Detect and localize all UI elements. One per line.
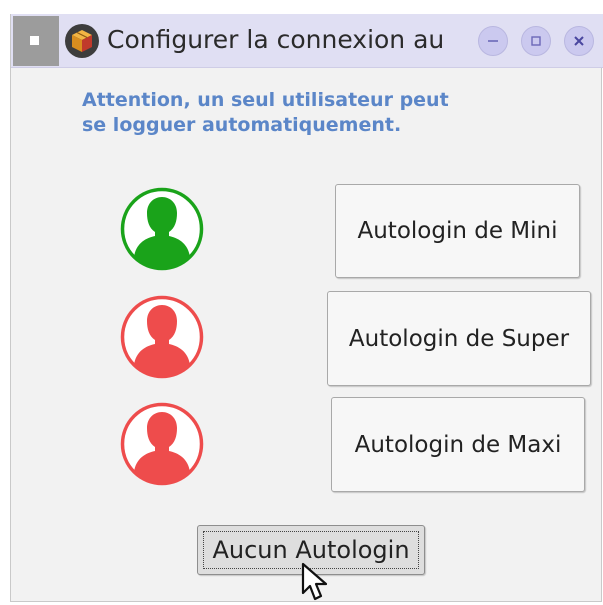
title-bar[interactable]: Configurer la connexion au — [11, 14, 603, 68]
minimize-button[interactable] — [478, 26, 508, 56]
autologin-super-label: Autologin de Super — [348, 325, 570, 352]
autologin-maxi-button[interactable]: Autologin de Maxi — [331, 397, 585, 492]
window-title: Configurer la connexion au — [107, 25, 445, 54]
autologin-mini-button[interactable]: Autologin de Mini — [335, 184, 580, 278]
package-box-icon — [65, 24, 99, 58]
autologin-super-button[interactable]: Autologin de Super — [327, 291, 591, 386]
warning-line-1: Attention, un seul utilisateur peut — [82, 89, 449, 111]
mouse-pointer-icon — [301, 562, 328, 601]
user-silhouette-icon — [120, 295, 204, 379]
window-menu-icon — [30, 36, 39, 45]
maximize-button[interactable] — [521, 26, 551, 56]
warning-message: Attention, un seul utilisateur peut se l… — [82, 88, 542, 138]
warning-line-2: se logguer automatiquement. — [82, 114, 402, 136]
close-icon — [574, 36, 584, 46]
autologin-maxi-label: Autologin de Maxi — [354, 431, 562, 458]
user-silhouette-icon — [120, 187, 204, 271]
user-silhouette-icon — [120, 402, 204, 486]
window-menu-button[interactable] — [13, 16, 59, 66]
maximize-icon — [531, 36, 541, 46]
minimize-icon — [488, 40, 498, 42]
autologin-mini-label: Autologin de Mini — [357, 218, 558, 244]
close-button[interactable] — [564, 26, 594, 56]
